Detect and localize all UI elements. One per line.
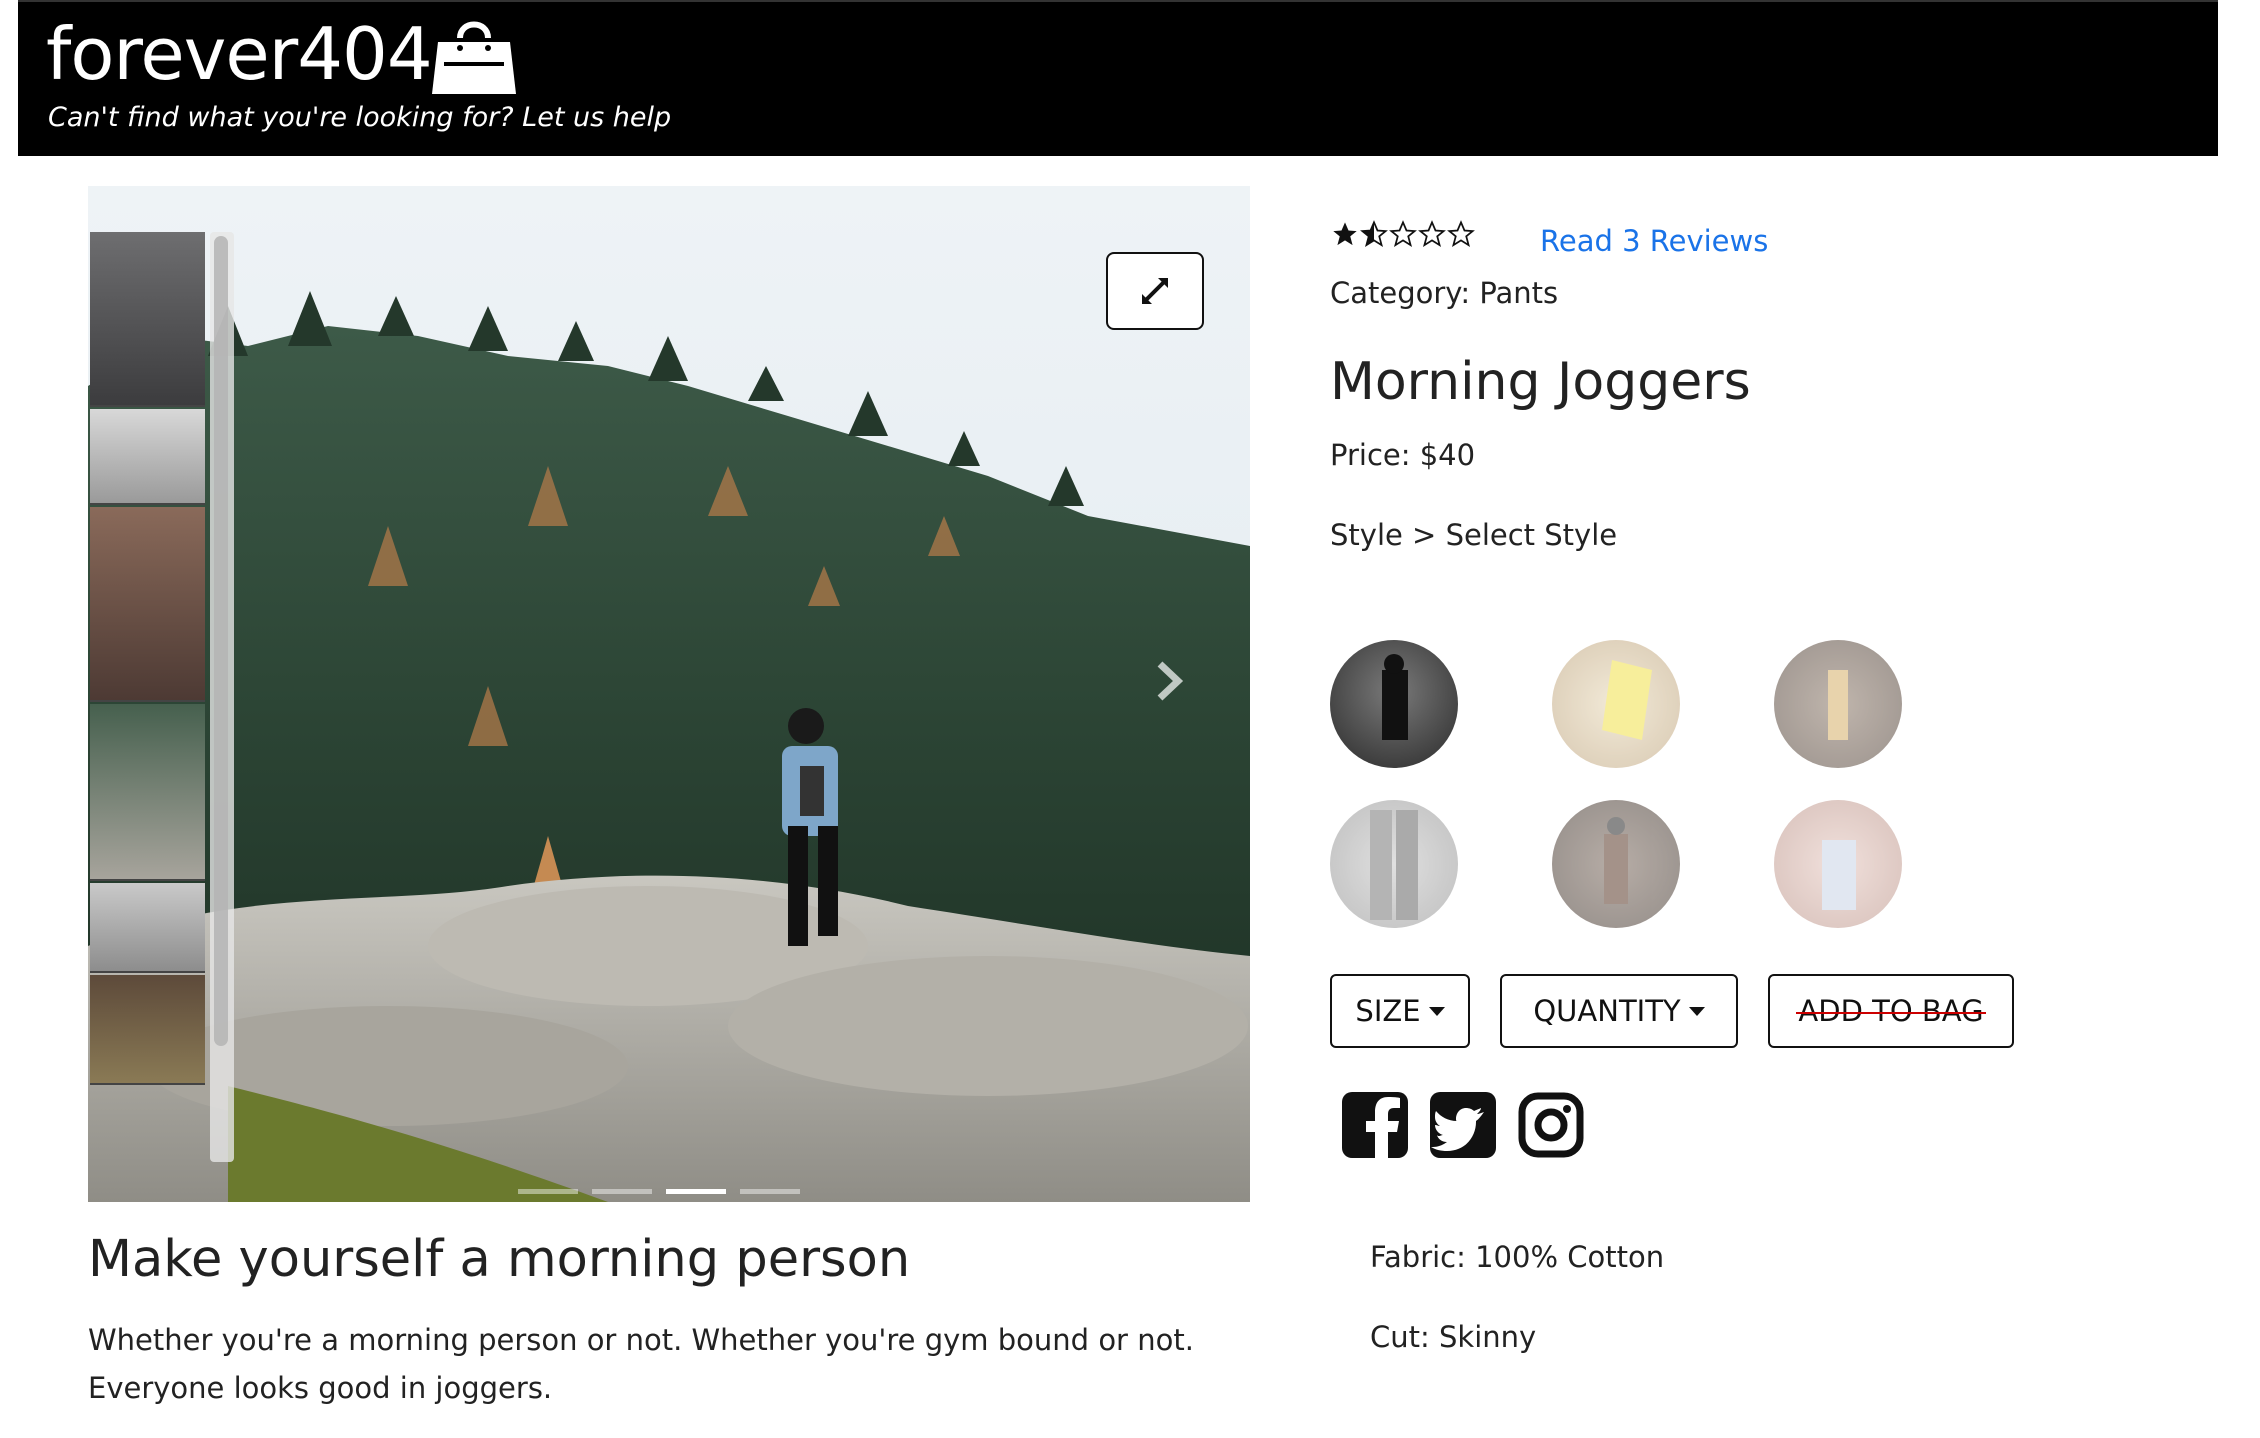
caret-down-icon (1688, 1006, 1705, 1016)
size-dropdown[interactable]: SIZE (1330, 974, 1470, 1048)
product-image-carousel[interactable] (88, 186, 1250, 1202)
product-main-photo (88, 186, 1250, 1202)
carousel-indicator[interactable] (592, 1189, 652, 1194)
expand-icon (1142, 278, 1168, 304)
style-swatch-5[interactable] (1552, 800, 1680, 928)
quantity-dropdown-label: QUANTITY (1533, 994, 1681, 1028)
star-empty-icon (1447, 220, 1475, 247)
next-image-arrow-icon[interactable] (1148, 656, 1188, 706)
description-heading: Make yourself a morning person (88, 1230, 911, 1289)
thumbnail-4[interactable] (90, 704, 205, 881)
header-tagline: Can't find what you're looking for? Let … (48, 102, 672, 133)
style-breadcrumb: Style > Select Style (1330, 518, 1618, 552)
style-photo-3 (1828, 670, 1848, 740)
style-swatch-2[interactable] (1552, 640, 1680, 768)
thumbnail-5[interactable] (90, 883, 205, 973)
style-photo-1 (1382, 654, 1408, 740)
quantity-dropdown[interactable]: QUANTITY (1500, 974, 1738, 1048)
style-swatch-3[interactable] (1774, 640, 1902, 768)
thumbnail-3[interactable] (90, 507, 205, 702)
star-full-icon (1333, 222, 1357, 246)
product-category: Category: Pants (1330, 276, 1559, 310)
style-photo-6 (1822, 840, 1856, 910)
product-price: Price: $40 (1330, 438, 1476, 472)
style-swatch-1[interactable] (1330, 640, 1458, 768)
carousel-indicators (518, 1189, 800, 1194)
caret-down-icon (1428, 1006, 1445, 1016)
style-swatch-4[interactable] (1330, 800, 1458, 928)
fullscreen-button[interactable] (1106, 252, 1204, 330)
fabric-detail: Fabric: 100% Cotton (1370, 1240, 1665, 1274)
star-rating (1331, 220, 1475, 248)
thumbnail-1[interactable] (90, 232, 205, 407)
twitter-icon[interactable] (1428, 1090, 1498, 1160)
add-to-bag-button[interactable]: ADD TO BAG (1768, 974, 2014, 1048)
thumbnail-scrollbar[interactable] (214, 236, 228, 1046)
site-header: forever404 Can't find what you're lookin… (18, 0, 2218, 156)
style-photo-2 (1602, 660, 1652, 740)
size-dropdown-label: SIZE (1355, 994, 1421, 1028)
facebook-icon[interactable] (1340, 1090, 1410, 1160)
brand-logo-text[interactable]: forever404 (46, 12, 433, 96)
shopping-bag-icon[interactable] (430, 12, 518, 96)
carousel-indicator[interactable] (740, 1189, 800, 1194)
star-half-icon (1360, 220, 1388, 247)
thumbnail-2[interactable] (90, 409, 205, 505)
carousel-indicator[interactable] (518, 1189, 578, 1194)
carousel-indicator-active[interactable] (666, 1189, 726, 1194)
product-title: Morning Joggers (1330, 352, 1751, 412)
read-reviews-link[interactable]: Read 3 Reviews (1540, 224, 1768, 258)
style-photo-4 (1370, 810, 1418, 920)
cut-detail: Cut: Skinny (1370, 1320, 1537, 1354)
description-body: Whether you're a morning person or not. … (88, 1323, 1194, 1405)
style-swatch-6[interactable] (1774, 800, 1902, 928)
star-empty-icon (1418, 220, 1446, 247)
star-empty-icon (1389, 220, 1417, 247)
instagram-icon[interactable] (1516, 1090, 1586, 1160)
add-to-bag-label: ADD TO BAG (1796, 994, 1986, 1028)
style-photo-5 (1604, 817, 1628, 904)
thumbnail-6[interactable] (90, 975, 205, 1085)
